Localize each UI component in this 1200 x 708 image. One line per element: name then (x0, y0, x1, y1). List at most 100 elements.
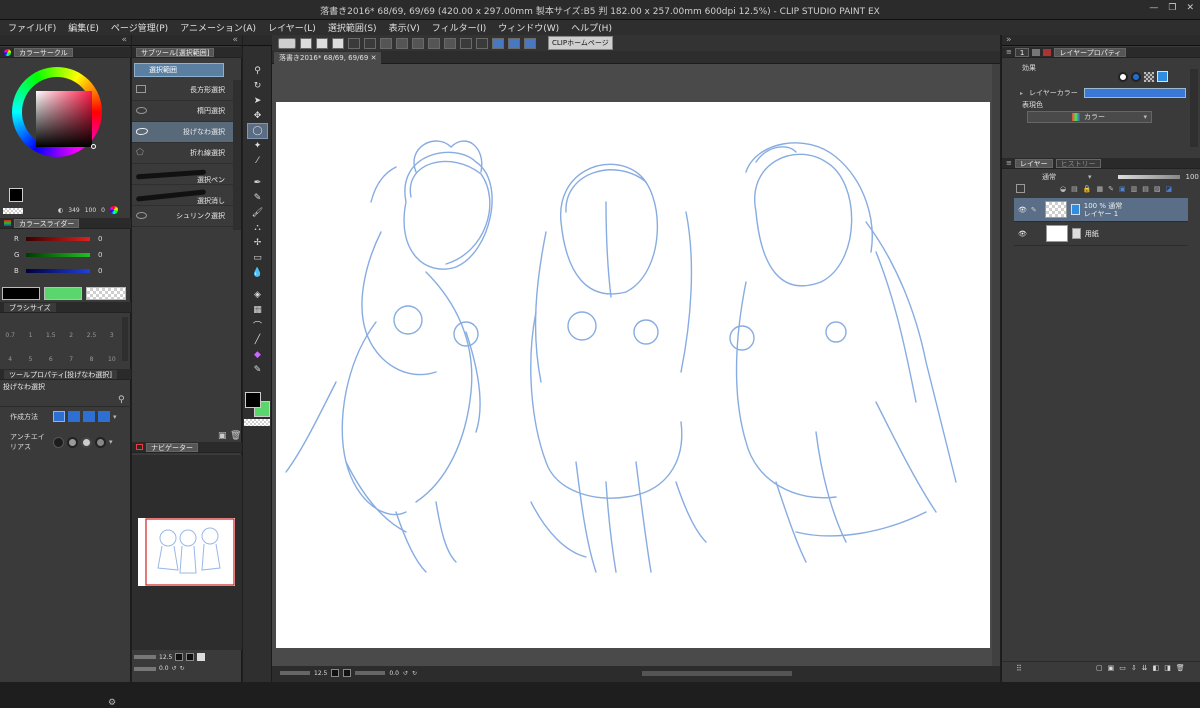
brush-size-item[interactable]: 8 (81, 356, 101, 363)
snap-ruler-icon[interactable] (492, 37, 504, 49)
eye-icon[interactable]: 👁 (1018, 206, 1027, 214)
layer-panel-menu-icon[interactable]: ≡ (1006, 159, 1012, 167)
brush-size-item[interactable]: 0.7 (0, 332, 20, 339)
brush-size-scrollbar[interactable] (122, 317, 128, 361)
merge-down-icon[interactable]: ⇊ (1142, 664, 1148, 672)
brush-size-tab[interactable]: ブラシサイズ (4, 302, 56, 312)
menu-view[interactable]: 表示(V) (389, 21, 420, 34)
method-intersect-selection-icon[interactable] (98, 411, 110, 422)
layer-mask-icon[interactable]: ▣ (1119, 185, 1126, 193)
pencil-tool-icon[interactable]: ✎ (248, 191, 267, 205)
auto-select-tool-icon[interactable]: ✦ (248, 139, 267, 153)
antialias-none-icon[interactable] (53, 436, 64, 448)
hand-tool-icon[interactable]: ↻ (248, 79, 267, 93)
brush-size-item[interactable]: 2 (61, 332, 81, 339)
layer-row-selected[interactable]: 👁 ✎ 100 % 通常 レイヤー 1 (1014, 198, 1188, 222)
method-new-selection-icon[interactable] (53, 411, 65, 422)
method-add-selection-icon[interactable] (68, 411, 80, 422)
brush-size-item[interactable]: 10 (102, 356, 122, 363)
effect-tone-icon[interactable] (1144, 71, 1154, 82)
transfer-down-icon[interactable]: ⇩ (1131, 664, 1137, 672)
layer-ref-icon[interactable]: ▤ (1071, 185, 1078, 193)
brush-size-item[interactable]: 1 (20, 332, 40, 339)
eyedropper-tool-icon[interactable]: ⁄ (248, 154, 267, 168)
zoom-tool-icon[interactable]: ⚲ (248, 64, 267, 78)
layer-ruler-icon[interactable]: ▥ (1131, 185, 1138, 193)
operation-tool-icon[interactable]: ➤ (248, 94, 267, 108)
transform-icon[interactable] (396, 37, 408, 49)
sub-tool-item[interactable]: 選択ペン (132, 164, 233, 185)
canvas-horizontal-scrollbar-thumb[interactable] (642, 671, 792, 676)
canvas-zoom-slider[interactable] (280, 671, 310, 675)
invert-selection-icon[interactable] (444, 37, 456, 49)
blend-mode-dropdown-icon[interactable]: ▾ (1088, 173, 1092, 181)
document-tab[interactable]: 落書き2016* 68/69, 69/69 ✕ (274, 52, 382, 64)
slider-b-track[interactable] (26, 269, 90, 273)
tool-main-color[interactable] (245, 392, 261, 408)
saturation-square[interactable] (36, 91, 92, 147)
layer-new-square-icon[interactable] (1016, 184, 1025, 193)
dock-header[interactable]: « (0, 35, 131, 46)
rotate-right-icon[interactable]: ↻ (180, 665, 185, 672)
menu-help[interactable]: ヘルプ(H) (571, 21, 612, 34)
method-subtract-selection-icon[interactable] (83, 411, 95, 422)
canvas-zoom-out-icon[interactable] (343, 669, 352, 677)
brush-size-item[interactable]: 4 (0, 356, 20, 363)
menu-layer[interactable]: レイヤー(L) (268, 21, 316, 34)
navigator-zoom-value[interactable]: 12.5 (159, 654, 172, 661)
layer-show-icon[interactable]: ▨ (1154, 185, 1161, 193)
move-layer-tool-icon[interactable]: ✥ (248, 109, 267, 123)
effect-layer-color-icon[interactable] (1157, 71, 1168, 82)
slider-sub-swatch[interactable] (44, 287, 82, 300)
new-folder-icon[interactable]: ▭ (1119, 664, 1126, 672)
fill-icon[interactable] (428, 37, 440, 49)
eraser-tool-icon[interactable]: ▭ (248, 251, 267, 265)
panel-menu-icon[interactable]: ≡ (1006, 48, 1012, 56)
slider-b-value[interactable]: 0 (98, 267, 102, 275)
slider-transparent-swatch[interactable] (86, 287, 126, 300)
pen-tool-icon[interactable]: ✒ (248, 176, 267, 190)
layer-tab[interactable]: レイヤー (1014, 158, 1053, 168)
tool-property-search-icon[interactable]: ⚲ (118, 395, 125, 405)
color-slider-tab[interactable]: カラースライダー (14, 218, 80, 228)
opacity-value[interactable]: 100 (1186, 173, 1199, 181)
undo-icon[interactable] (348, 37, 360, 49)
brush-tool-icon[interactable]: 🖌 (248, 206, 267, 220)
navigator-zoom-icon[interactable] (175, 653, 184, 661)
eye-icon[interactable]: 👁 (1018, 230, 1027, 238)
brush-size-item[interactable]: 5 (20, 356, 40, 363)
sub-tool-item[interactable]: 選択消し (132, 185, 233, 206)
layer-color-swatch[interactable] (1083, 88, 1186, 98)
tab-1[interactable]: 1 (1014, 47, 1030, 57)
canvas-rotate-left-icon[interactable]: ↺ (403, 670, 408, 677)
layer-clip-icon[interactable]: ◒ (1060, 185, 1066, 193)
collapse-icon[interactable]: « (232, 35, 238, 45)
decoration-tool-icon[interactable]: ✢ (248, 236, 267, 250)
layer-transparency-lock-icon[interactable]: ▦ (1096, 185, 1103, 193)
navigator-flip-icon[interactable] (197, 653, 206, 661)
slider-g-value[interactable]: 0 (98, 251, 102, 259)
layer-property-tab[interactable]: レイヤープロパティ (1054, 47, 1127, 57)
color-picker-handle[interactable] (91, 144, 96, 149)
menu-animation[interactable]: アニメーション(A) (180, 21, 256, 34)
collapse-right-icon[interactable]: » (1006, 35, 1012, 45)
property-scrollbar[interactable] (1190, 69, 1198, 147)
delete-layer-icon[interactable]: 🗑 (1176, 664, 1185, 672)
redo-icon[interactable] (364, 37, 376, 49)
slider-main-swatch[interactable] (2, 287, 40, 300)
expand-icon[interactable]: ▸ (1020, 90, 1023, 97)
transparent-color-swatch[interactable] (3, 208, 23, 214)
save-icon[interactable] (332, 37, 344, 49)
clear-icon[interactable] (380, 37, 392, 49)
collapse-icon[interactable]: « (121, 35, 127, 45)
navigator-angle-slider[interactable] (134, 666, 156, 671)
blend-mode-value[interactable]: 通常 (1022, 172, 1082, 182)
sub-tool-item-selected[interactable]: 投げなわ選択 (132, 122, 233, 143)
tab-info-icon[interactable] (1032, 48, 1041, 56)
snap-grid-icon[interactable] (524, 37, 536, 49)
canvas-zoom-in-icon[interactable] (331, 669, 340, 677)
slider-g-track[interactable] (26, 253, 90, 257)
figure-tool-icon[interactable]: ⌒ (248, 318, 267, 332)
new-vector-layer-icon[interactable]: ▣ (1108, 664, 1115, 672)
layer-row[interactable]: 👁 用紙 (1014, 222, 1188, 246)
